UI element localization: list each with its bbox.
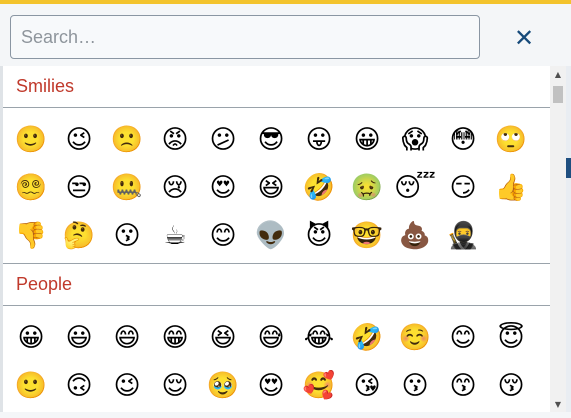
emoji-button[interactable]: 😀 (7, 314, 55, 362)
emoji-button[interactable]: 😴 (391, 164, 439, 212)
scrollbar[interactable]: ▲ ▼ (550, 66, 566, 412)
emoji-button[interactable]: 😆 (199, 314, 247, 362)
emoji-button[interactable]: 😂 (295, 314, 343, 362)
emoji-button[interactable]: 😅 (247, 314, 295, 362)
emoji-button[interactable]: 💩 (391, 212, 439, 260)
emoji-button[interactable]: 😍 (247, 362, 295, 410)
emoji-button[interactable]: 😘 (343, 362, 391, 410)
emoji-button[interactable]: 😉 (103, 362, 151, 410)
emoji-button[interactable]: 😀 (343, 116, 391, 164)
scrollbar-thumb[interactable] (553, 86, 563, 103)
emoji-button[interactable]: 😗 (391, 362, 439, 410)
emoji-button[interactable]: 😡 (151, 116, 199, 164)
emoji-button[interactable]: ☕ (151, 212, 199, 260)
emoji-button[interactable]: 😛 (295, 116, 343, 164)
emoji-button[interactable]: 🤔 (55, 212, 103, 260)
emoji-button[interactable]: 🤐 (103, 164, 151, 212)
background-strip (566, 66, 571, 412)
emoji-button[interactable]: 😌 (151, 362, 199, 410)
emoji-button[interactable]: 👎 (7, 212, 55, 260)
emoji-button[interactable]: 😄 (103, 314, 151, 362)
emoji-button[interactable]: 😕 (199, 116, 247, 164)
emoji-button[interactable]: 🥹 (199, 362, 247, 410)
emoji-button[interactable]: 😙 (439, 362, 487, 410)
background-marker (566, 158, 571, 178)
emoji-button[interactable]: 😊 (199, 212, 247, 260)
emoji-button[interactable]: 🙄 (487, 116, 535, 164)
emoji-button[interactable]: 😊 (439, 314, 487, 362)
emoji-button[interactable]: 😱 (391, 116, 439, 164)
emoji-button[interactable]: ☺️ (391, 314, 439, 362)
emoji-button[interactable]: 😵‍💫 (7, 164, 55, 212)
scroll-down-icon[interactable]: ▼ (550, 396, 566, 412)
emoji-button[interactable]: 😉 (55, 116, 103, 164)
emoji-button[interactable]: 🤓 (343, 212, 391, 260)
emoji-button[interactable]: 😈 (295, 212, 343, 260)
emoji-button[interactable]: 🥰 (295, 362, 343, 410)
emoji-button[interactable]: 😚 (487, 362, 535, 410)
emoji-button[interactable]: 😇 (487, 314, 535, 362)
emoji-button[interactable]: 😏 (439, 164, 487, 212)
section-title-smilies: Smilies (3, 66, 550, 108)
emoji-button[interactable]: 👍 (487, 164, 535, 212)
emoji-button[interactable]: 😍 (199, 164, 247, 212)
emoji-button[interactable]: 😎 (247, 116, 295, 164)
emoji-grid-people: 😀 😃 😄 😁 😆 😅 😂 🤣 ☺️ 😊 😇 🙂 🙃 😉 😌 🥹 😍 🥰 😘 😗 😙 😚 (3, 314, 550, 410)
search-input[interactable] (10, 15, 480, 59)
emoji-button[interactable]: 🙃 (55, 362, 103, 410)
emoji-button[interactable]: 😳 (439, 116, 487, 164)
emoji-button[interactable]: 🤣 (343, 314, 391, 362)
emoji-list-content: Smilies 🙂 😉 🙁 😡 😕 😎 😛 😀 😱 😳 🙄 😵‍💫 😒 🤐 😢 😍 😆 🤣 🤢 😴 😏 👍 👎 🤔 😗 ☕ 😊 👽 😈 🤓… (3, 66, 550, 410)
close-icon[interactable]: ✕ (504, 20, 544, 56)
emoji-grid-smilies: 🙂 😉 🙁 😡 😕 😎 😛 😀 😱 😳 🙄 😵‍💫 😒 🤐 😢 😍 😆 🤣 🤢 😴 😏 👍 👎 🤔 😗 ☕ 😊 👽 😈 🤓 💩 🥷 (3, 116, 550, 260)
emoji-button[interactable]: 🤢 (343, 164, 391, 212)
emoji-list-panel: Smilies 🙂 😉 🙁 😡 😕 😎 😛 😀 😱 😳 🙄 😵‍💫 😒 🤐 😢 😍 😆 🤣 🤢 😴 😏 👍 👎 🤔 😗 ☕ 😊 👽 😈 🤓… (3, 66, 550, 412)
emoji-button[interactable]: 😁 (151, 314, 199, 362)
emoji-button[interactable]: 🙂 (7, 362, 55, 410)
section-title-people: People (3, 264, 550, 306)
emoji-button[interactable]: 👽 (247, 212, 295, 260)
emoji-button[interactable]: 😒 (55, 164, 103, 212)
emoji-button[interactable]: 😃 (55, 314, 103, 362)
emoji-button[interactable]: 🙂 (7, 116, 55, 164)
emoji-button[interactable]: 😗 (103, 212, 151, 260)
scroll-up-icon[interactable]: ▲ (550, 66, 566, 82)
emoji-button[interactable]: 🙁 (103, 116, 151, 164)
emoji-button[interactable]: 😆 (247, 164, 295, 212)
emoji-button[interactable]: 😢 (151, 164, 199, 212)
emoji-button[interactable]: 🥷 (439, 212, 487, 260)
emoji-button[interactable]: 🤣 (295, 164, 343, 212)
